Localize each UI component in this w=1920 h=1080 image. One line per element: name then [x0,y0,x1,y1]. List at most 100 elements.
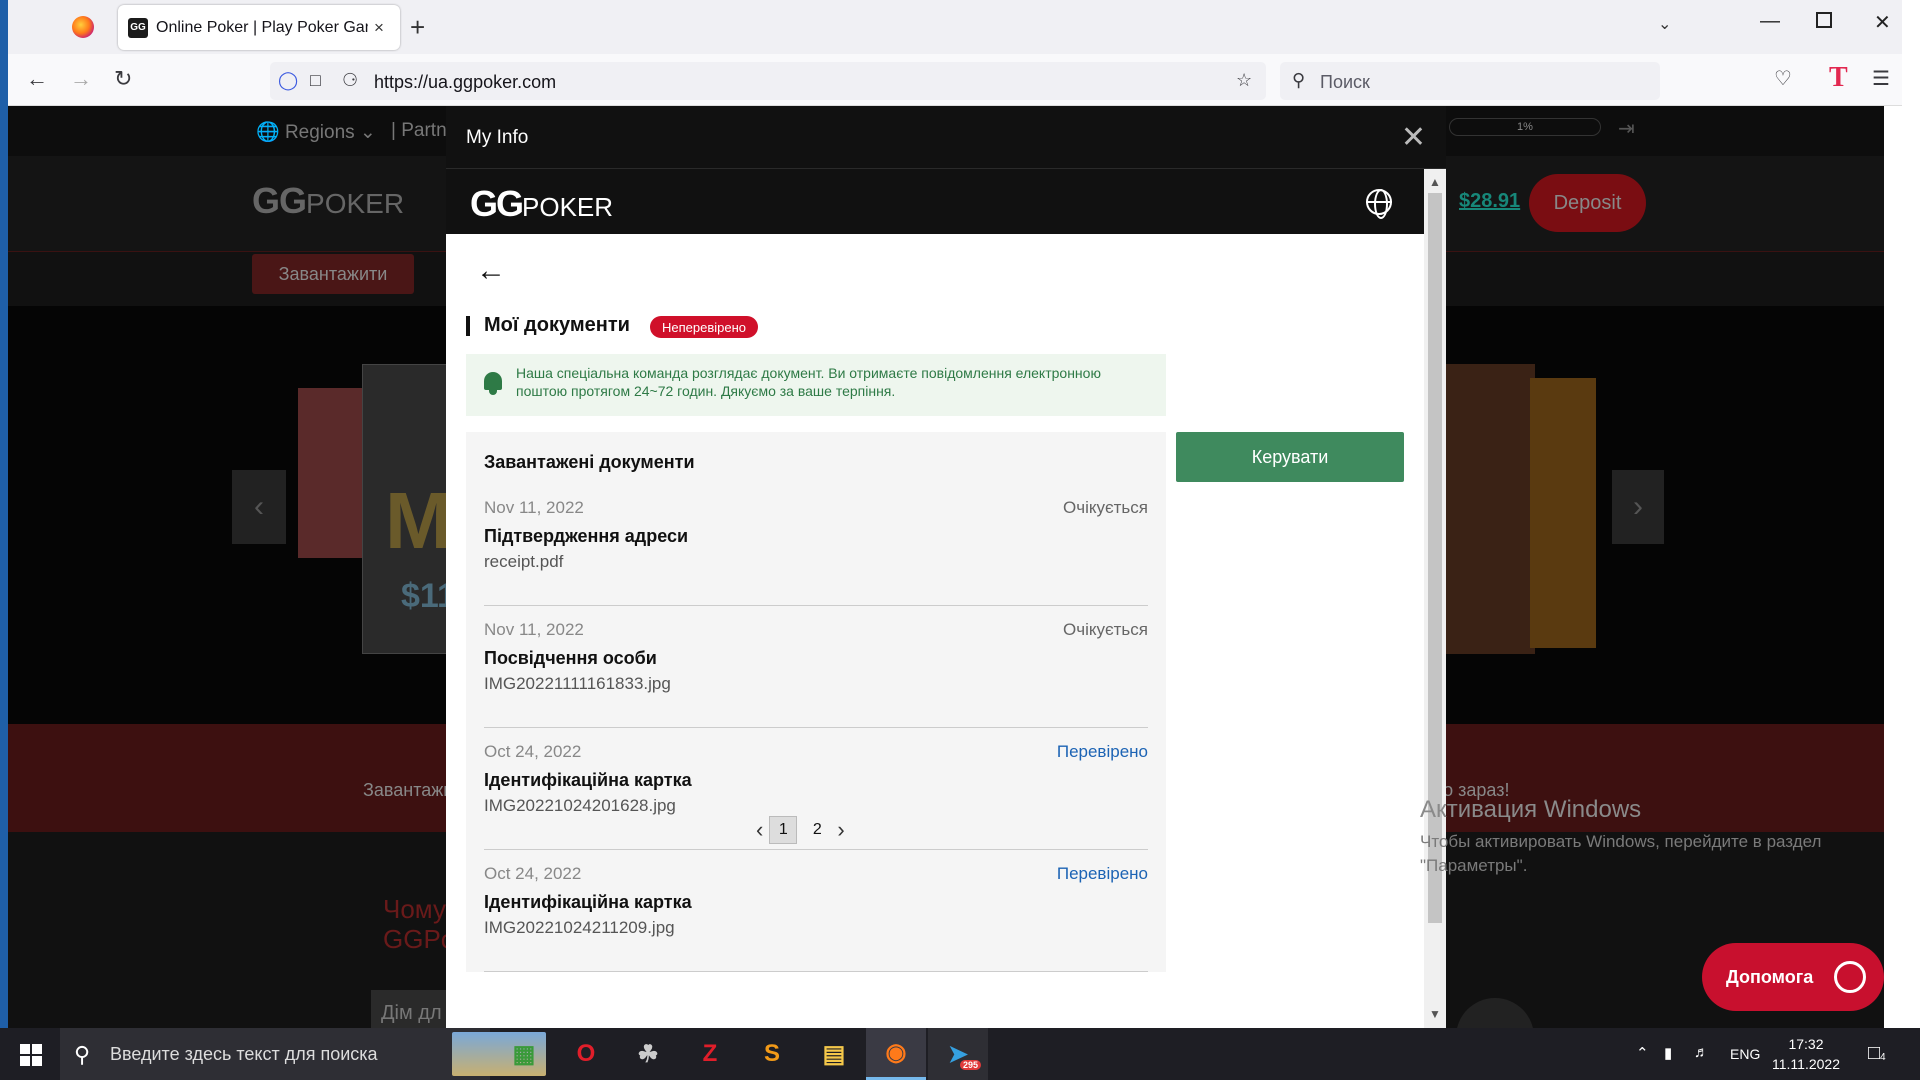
bookmark-star-icon[interactable]: ☆ [1236,70,1252,91]
notif-count: 4 [1880,1052,1886,1063]
sublime-icon[interactable]: S [742,1028,802,1080]
menu-hamburger-icon[interactable]: ☰ [1872,66,1890,91]
tab-title: Online Poker | Play Poker Games [156,18,368,36]
new-tab-icon[interactable]: + [410,12,425,43]
tab-bar: GG Online Poker | Play Poker Games × + ⌄… [8,0,1902,54]
file-explorer-icon[interactable]: ▤ [804,1028,864,1080]
page-button[interactable]: 1 [769,816,798,844]
prev-page-icon[interactable]: ‹ [756,817,763,843]
telegram-icon[interactable]: ➤ 295 [928,1028,988,1080]
balance-link[interactable]: $28.91 [1459,190,1520,213]
banner-next-arrow-icon[interactable]: › [1612,470,1664,544]
document-name: Ідентифікаційна картка [484,770,692,790]
start-button[interactable] [0,1028,60,1080]
minimize-icon[interactable]: — [1760,10,1780,33]
chat-bubble-icon [1834,961,1866,993]
document-row[interactable]: Nov 11, 2022 Очікується Підтвердження ад… [484,484,1148,606]
maximize-icon[interactable] [1816,12,1832,28]
modal-scrollbar[interactable]: ▲ ▼ [1424,169,1446,1028]
document-name: Посвідчення особи [484,648,657,668]
document-status: Перевірено [1056,864,1148,883]
clock[interactable]: 17:32 11.11.2022 [1772,1034,1840,1074]
document-date: Nov 11, 2022 [484,498,584,517]
url-bar[interactable]: ◯ □ ⚆ https://ua.ggpoker.com ☆ [270,62,1266,100]
banner-card[interactable] [298,388,368,558]
info-notice: Наша спеціальна команда розглядає докуме… [466,354,1166,416]
help-label: Допомога [1726,966,1814,987]
page-button[interactable]: 2 [803,816,831,844]
document-date: Nov 11, 2022 [484,620,584,639]
search-icon: ⚲ [1292,70,1306,90]
close-window-icon[interactable]: ✕ [1874,10,1891,35]
permissions-key-icon[interactable]: ⚆ [342,70,358,91]
banner-prev-arrow-icon[interactable]: ‹ [232,470,286,544]
firefox-taskbar-icon[interactable]: ◉ [866,1028,926,1080]
site-logo-gg: GG [252,180,307,221]
document-row[interactable]: Oct 24, 2022 Перевірено Ідентифікаційна … [484,850,1148,972]
forward-icon[interactable]: → [70,66,92,92]
globe-icon[interactable] [1366,189,1392,219]
document-row[interactable]: Nov 11, 2022 Очікується Посвідчення особ… [484,606,1148,728]
notice-text: Наша спеціальна команда розглядає докуме… [516,365,1101,399]
modal-content: ← Мої документи Неперевірено Наша спеціа… [446,234,1424,1028]
document-file: IMG20221024201628.jpg [484,796,676,815]
tray-chevron-icon[interactable]: ⌃ [1636,1044,1649,1062]
clock-time: 17:32 [1788,1036,1824,1052]
tab-list-chevron-icon[interactable]: ⌄ [1658,14,1671,34]
windows-taskbar: ⚲ Введите здесь текст для поиска ▦ O ☘ Z… [0,1028,1920,1080]
tab-active[interactable]: GG Online Poker | Play Poker Games × [118,5,400,50]
shield-icon[interactable]: ◯ [278,70,298,91]
telegram-badge: 295 [960,1060,982,1070]
uploaded-documents-heading: Завантажені документи [484,452,695,472]
section-title: Мої документи [484,314,630,336]
taskbar-search[interactable]: ⚲ Введите здесь текст для поиска [60,1028,546,1080]
volume-icon[interactable]: ♬ [1694,1044,1709,1061]
document-status: Перевірено [1056,742,1148,761]
document-name: Підтвердження адреси [484,526,689,546]
brand-poker: POKER [522,192,614,222]
window-border [0,0,8,1028]
activation-text: Чтобы активировать Windows, перейдите в … [1420,832,1822,875]
scroll-up-icon[interactable]: ▲ [1429,175,1441,189]
download-band-text: Завантажи [363,780,454,800]
download-button[interactable]: Завантажити [252,254,414,294]
pocket-icon[interactable]: ♡ [1774,66,1792,91]
regions-dropdown[interactable]: 🌐 Regions ⌄ [256,120,376,144]
site-logo[interactable]: GGPOKER [252,180,404,222]
banner-card-letter: M [385,476,452,565]
back-arrow-icon[interactable]: ← [476,254,506,288]
document-date: Oct 24, 2022 [484,742,582,761]
filezilla-icon[interactable]: Z [680,1028,740,1080]
uploaded-documents-panel: Завантажені документи Nov 11, 2022 Очіку… [466,432,1166,972]
help-button[interactable]: Допомога [1702,943,1884,1011]
app-icon-spreadsheet[interactable]: ▦ [494,1028,554,1080]
firefox-icon[interactable] [72,16,94,38]
next-page-icon[interactable]: › [837,817,844,843]
battery-icon[interactable]: ▮ [1664,1044,1672,1062]
close-icon[interactable]: ✕ [1401,120,1426,155]
browser-search-field[interactable]: ⚲ Поиск [1280,62,1660,100]
status-badge: Неперевірено [650,316,759,338]
deposit-button[interactable]: Deposit [1529,174,1646,232]
logout-icon[interactable]: ⇥ [1618,116,1635,141]
clock-date: 11.11.2022 [1772,1056,1840,1072]
scroll-down-icon[interactable]: ▼ [1429,1007,1441,1021]
my-info-modal: My Info ✕ GGPOKER ▲ ▼ ← Мої документи Не… [446,106,1446,1028]
start-tile [32,1056,42,1066]
banner-card[interactable] [1530,378,1596,648]
browser-search-placeholder: Поиск [1320,72,1370,92]
opera-icon[interactable]: O [556,1028,616,1080]
language-indicator[interactable]: ENG [1730,1046,1760,1062]
lock-icon[interactable]: □ [310,70,321,91]
manage-button[interactable]: Керувати [1176,432,1404,482]
start-tile [20,1044,30,1054]
reload-icon[interactable]: ↻ [114,66,132,92]
back-icon[interactable]: ← [26,66,48,92]
banner-card[interactable] [1445,364,1535,654]
notifications-icon[interactable]: □ 4 [1868,1042,1886,1065]
url-text[interactable]: https://ua.ggpoker.com [374,72,556,93]
tab-close-icon[interactable]: × [374,18,384,38]
extension-t-icon[interactable]: T [1829,62,1848,94]
app-icon-paint[interactable]: ☘ [618,1028,678,1080]
bell-icon [482,372,504,396]
